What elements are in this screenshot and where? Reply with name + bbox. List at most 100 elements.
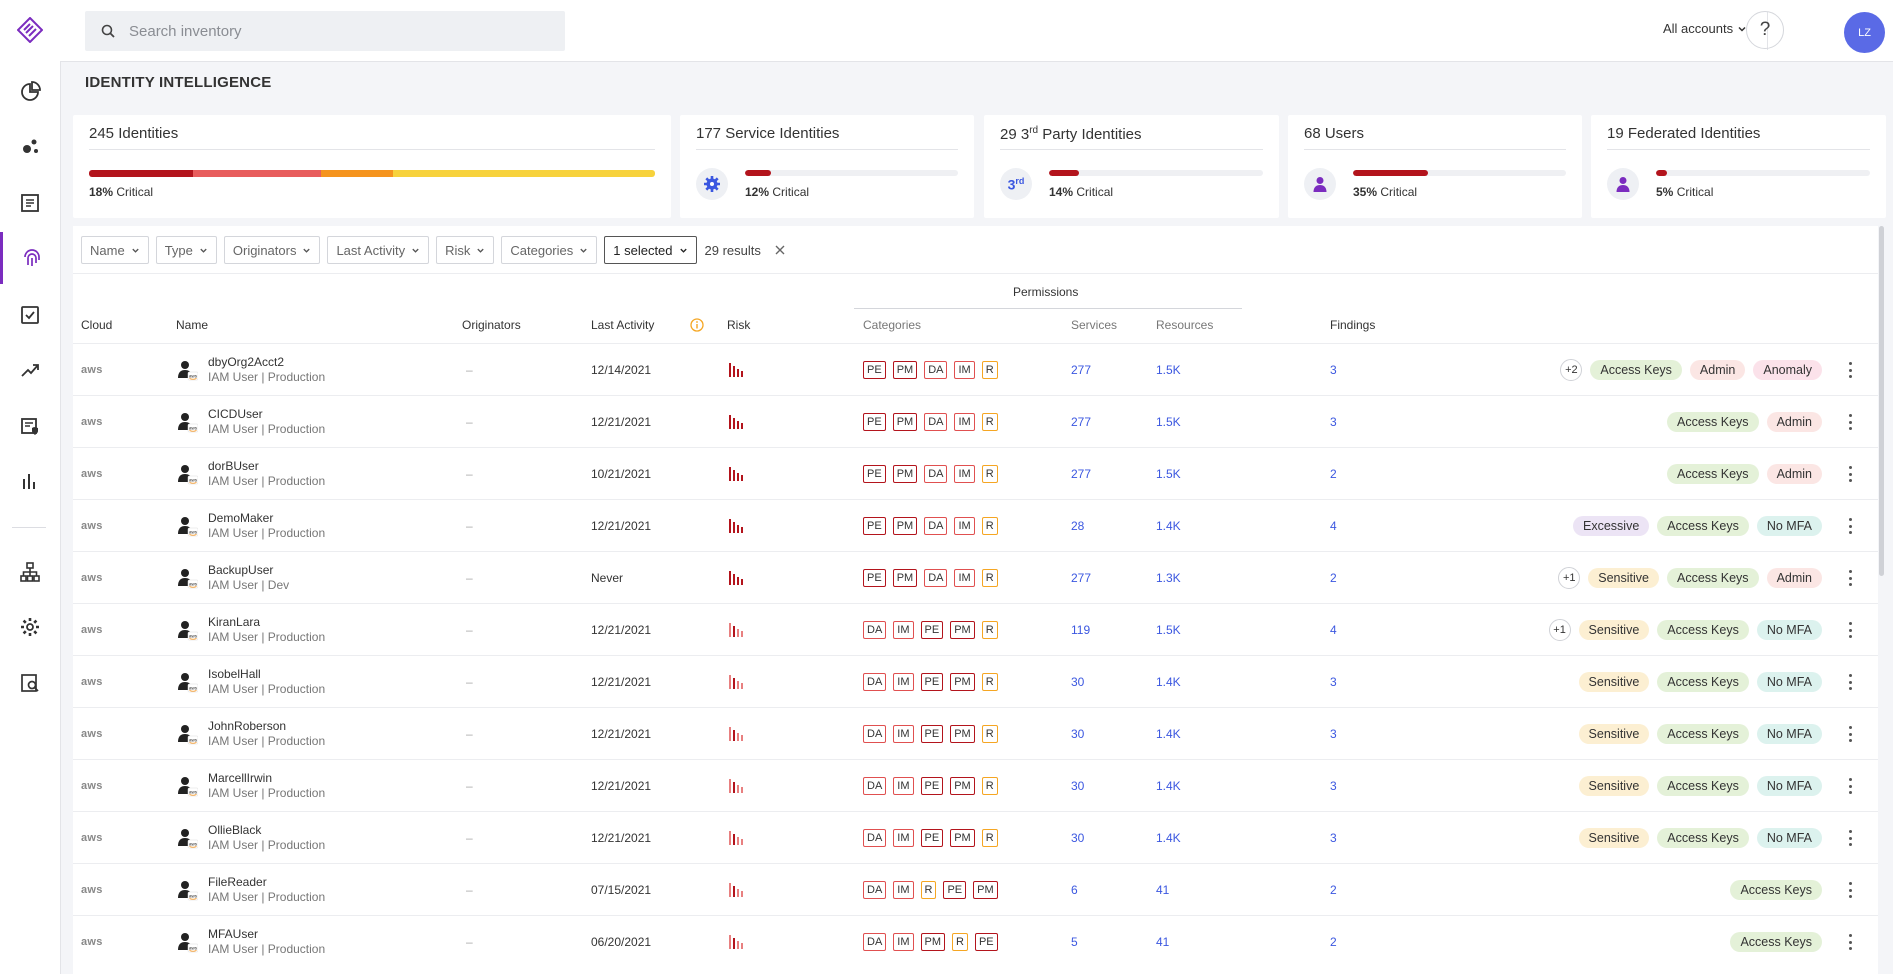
user-avatar[interactable]: LZ <box>1844 12 1885 53</box>
services-count[interactable]: 5 <box>1071 916 1078 967</box>
vertical-scrollbar[interactable] <box>1879 226 1884 576</box>
services-count[interactable]: 277 <box>1071 396 1091 447</box>
row-menu-icon[interactable] <box>1849 622 1853 638</box>
nav-dashboard-icon[interactable] <box>0 66 60 118</box>
resources-count[interactable]: 41 <box>1156 864 1169 915</box>
findings-count[interactable]: 2 <box>1330 448 1337 499</box>
services-count[interactable]: 30 <box>1071 708 1084 759</box>
row-menu-icon[interactable] <box>1849 362 1853 378</box>
row-menu-icon[interactable] <box>1849 778 1853 794</box>
table-row[interactable]: aws aws JohnRoberson IAM User | Production –… <box>73 707 1878 759</box>
services-count[interactable]: 277 <box>1071 448 1091 499</box>
table-row[interactable]: aws aws dorBUser IAM User | Production – 10/2… <box>73 447 1878 499</box>
services-count[interactable]: 119 <box>1071 604 1090 655</box>
resources-count[interactable]: 1.4K <box>1156 656 1181 707</box>
nav-search-report-icon[interactable] <box>0 657 60 709</box>
resources-count[interactable]: 1.4K <box>1156 708 1181 759</box>
col-findings[interactable]: Findings <box>1330 318 1375 332</box>
table-row[interactable]: aws aws DemoMaker IAM User | Production – 12/… <box>73 499 1878 551</box>
findings-count[interactable]: 4 <box>1330 604 1337 655</box>
row-menu-icon[interactable] <box>1849 570 1853 586</box>
table-row[interactable]: aws aws dbyOrg2Acct2 IAM User | Production –… <box>73 343 1878 395</box>
row-menu-icon[interactable] <box>1849 518 1853 534</box>
nav-document-icon[interactable] <box>0 177 60 229</box>
findings-count[interactable]: 3 <box>1330 760 1337 811</box>
filter-originators[interactable]: Originators <box>223 236 321 264</box>
col-name[interactable]: Name <box>176 318 208 332</box>
info-icon[interactable] <box>690 318 704 332</box>
identity-name[interactable]: CICDUser <box>208 407 325 422</box>
more-badges-count[interactable]: +2 <box>1560 358 1583 381</box>
table-row[interactable]: aws aws CICDUser IAM User | Production – 12/2… <box>73 395 1878 447</box>
card-federated-identities[interactable]: 19 Federated Identities 5% Critical <box>1591 115 1886 218</box>
search-input[interactable] <box>127 21 551 41</box>
services-count[interactable]: 6 <box>1071 864 1078 915</box>
filter-selected[interactable]: 1 selected <box>604 236 697 264</box>
resources-count[interactable]: 1.5K <box>1156 396 1181 447</box>
findings-count[interactable]: 3 <box>1330 656 1337 707</box>
row-menu-icon[interactable] <box>1849 830 1853 846</box>
services-count[interactable]: 28 <box>1071 500 1084 551</box>
card-third-party-identities[interactable]: 29 3rd Party Identities 3rd 14% Critical <box>984 115 1279 218</box>
findings-count[interactable]: 3 <box>1330 812 1337 863</box>
table-row[interactable]: aws aws MarcellIrwin IAM User | Production –… <box>73 759 1878 811</box>
identity-name[interactable]: MarcellIrwin <box>208 771 325 786</box>
resources-count[interactable]: 41 <box>1156 916 1169 967</box>
filter-name[interactable]: Name <box>81 236 149 264</box>
services-count[interactable]: 30 <box>1071 656 1084 707</box>
identity-name[interactable]: JohnRoberson <box>208 719 325 734</box>
table-row[interactable]: aws aws OllieBlack IAM User | Production – 12… <box>73 811 1878 863</box>
row-menu-icon[interactable] <box>1849 882 1853 898</box>
row-menu-icon[interactable] <box>1849 726 1853 742</box>
resources-count[interactable]: 1.5K <box>1156 604 1181 655</box>
findings-count[interactable]: 4 <box>1330 500 1337 551</box>
nav-identity-fingerprint-icon[interactable] <box>0 232 60 284</box>
identity-name[interactable]: OllieBlack <box>208 823 325 838</box>
col-cloud[interactable]: Cloud <box>81 318 112 332</box>
identity-name[interactable]: IsobelHall <box>208 667 325 682</box>
filter-last-activity[interactable]: Last Activity <box>327 236 430 264</box>
identity-name[interactable]: dbyOrg2Acct2 <box>208 355 325 370</box>
col-originators[interactable]: Originators <box>462 318 521 332</box>
more-badges-count[interactable]: +1 <box>1558 566 1581 589</box>
col-categories[interactable]: Categories <box>863 318 921 332</box>
findings-count[interactable]: 2 <box>1330 864 1337 915</box>
identity-name[interactable]: BackupUser <box>208 563 289 578</box>
table-row[interactable]: aws aws KiranLara IAM User | Production – 12/… <box>73 603 1878 655</box>
resources-count[interactable]: 1.4K <box>1156 500 1181 551</box>
services-count[interactable]: 277 <box>1071 552 1091 603</box>
row-menu-icon[interactable] <box>1849 466 1853 482</box>
table-row[interactable]: aws aws BackupUser IAM User | Dev – Never PE PM… <box>73 551 1878 603</box>
filter-risk[interactable]: Risk <box>436 236 495 264</box>
table-row[interactable]: aws aws FileReader IAM User | Production – 07… <box>73 863 1878 915</box>
nav-compliance-icon[interactable] <box>0 400 60 452</box>
col-risk[interactable]: Risk <box>727 318 750 332</box>
table-row[interactable]: aws aws MFAUser IAM User | Production – 06/20… <box>73 915 1878 967</box>
services-count[interactable]: 30 <box>1071 812 1084 863</box>
row-menu-icon[interactable] <box>1849 674 1853 690</box>
card-users[interactable]: 68 Users 35% Critical <box>1288 115 1582 218</box>
resources-count[interactable]: 1.3K <box>1156 552 1181 603</box>
card-identities[interactable]: 245 Identities 18% Critical <box>73 115 671 218</box>
nav-hierarchy-icon[interactable] <box>0 546 60 598</box>
identity-name[interactable]: FileReader <box>208 875 325 890</box>
nav-settings-gear-icon[interactable] <box>0 601 60 653</box>
findings-count[interactable]: 3 <box>1330 708 1337 759</box>
identity-name[interactable]: dorBUser <box>208 459 325 474</box>
col-services[interactable]: Services <box>1071 318 1117 332</box>
filter-categories[interactable]: Categories <box>501 236 598 264</box>
col-resources[interactable]: Resources <box>1156 318 1213 332</box>
filter-type[interactable]: Type <box>155 236 217 264</box>
col-last-activity[interactable]: Last Activity <box>591 318 654 332</box>
findings-count[interactable]: 3 <box>1330 396 1337 447</box>
card-service-identities[interactable]: 177 Service Identities 12% Critical <box>680 115 974 218</box>
nav-checklist-icon[interactable] <box>0 289 60 341</box>
nav-trend-icon[interactable] <box>0 344 60 396</box>
nav-graph-icon[interactable] <box>0 121 60 173</box>
table-row[interactable]: aws aws IsobelHall IAM User | Production – 12… <box>73 655 1878 707</box>
resources-count[interactable]: 1.4K <box>1156 812 1181 863</box>
identity-name[interactable]: DemoMaker <box>208 511 325 526</box>
row-menu-icon[interactable] <box>1849 414 1853 430</box>
row-menu-icon[interactable] <box>1849 934 1853 950</box>
nav-bar-chart-icon[interactable] <box>0 455 60 507</box>
